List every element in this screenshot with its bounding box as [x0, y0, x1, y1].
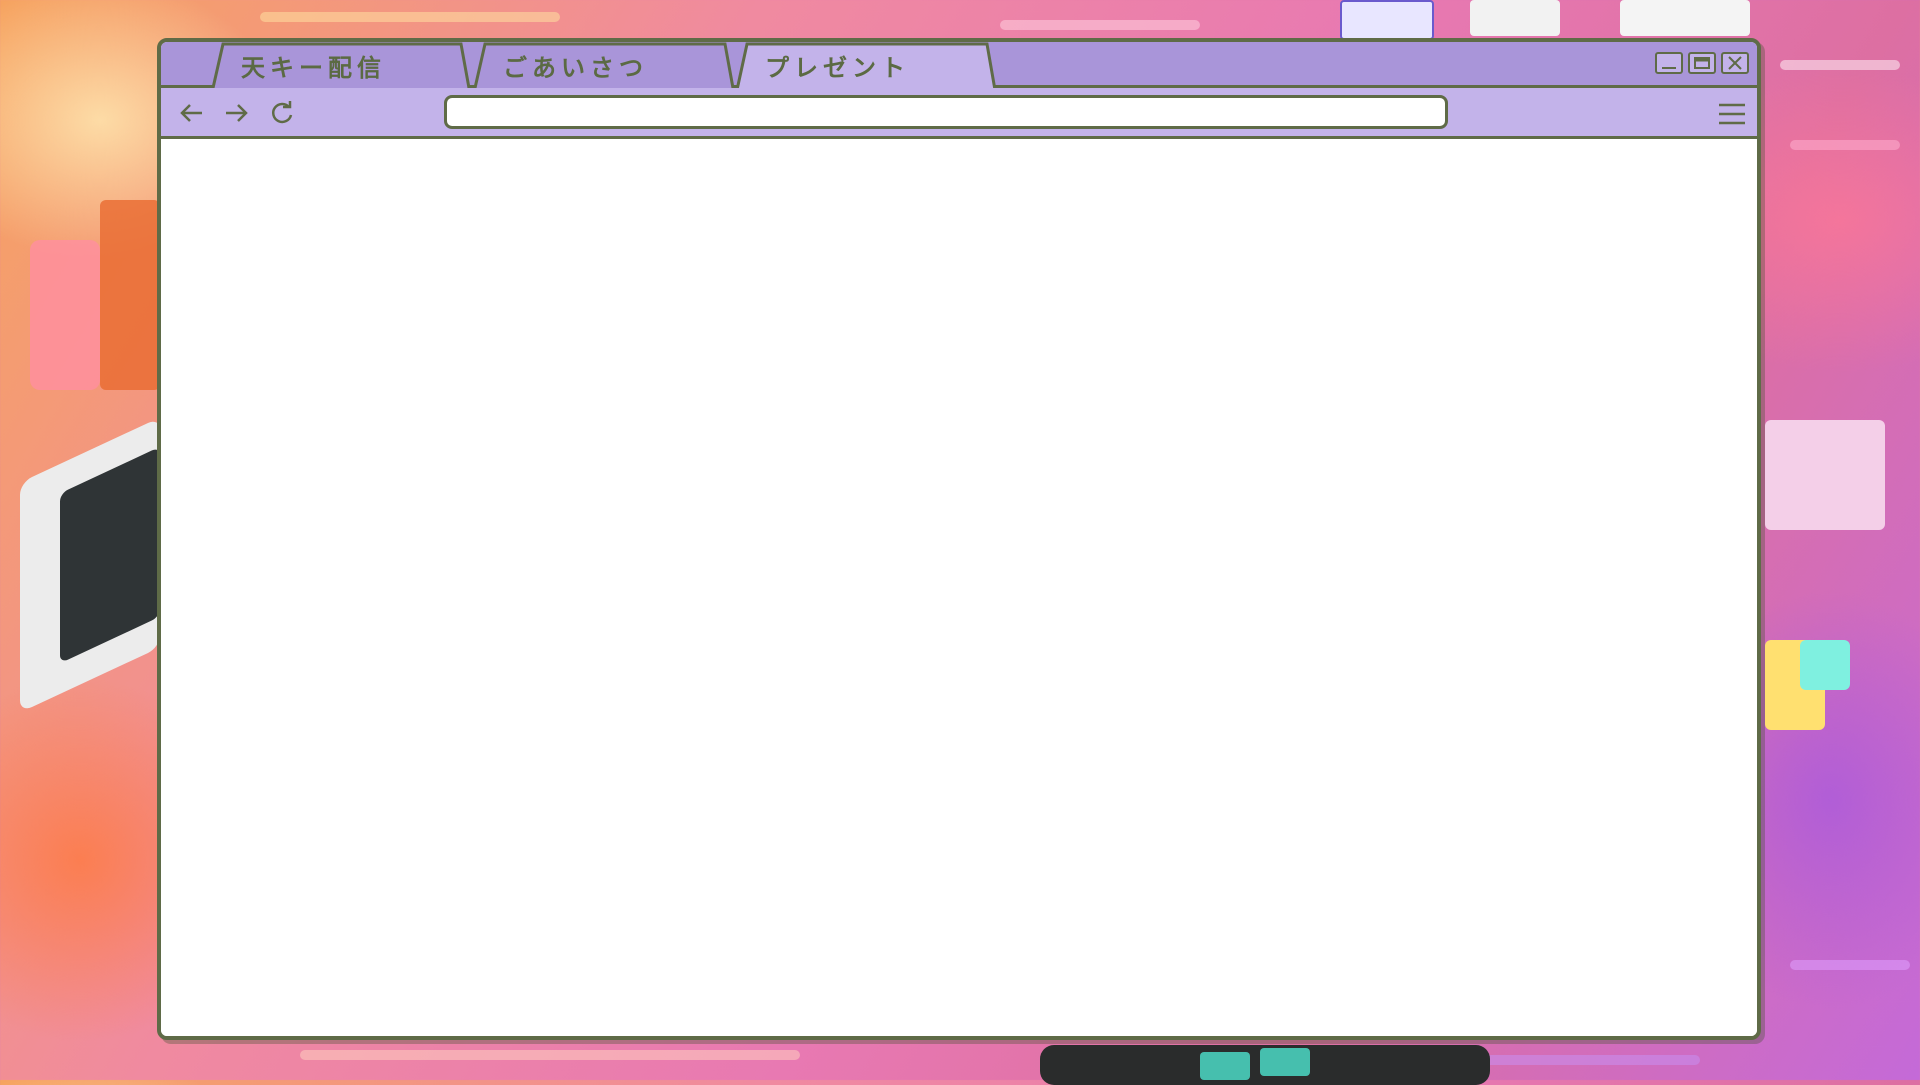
arrow-right-icon: [226, 104, 248, 122]
tab-2[interactable]: ごあいさつ: [473, 42, 735, 88]
refresh-icon: [271, 101, 293, 124]
tab-2-label: ごあいさつ: [503, 53, 648, 82]
title-bar: 天キー配信 ごあいさつ プレゼント: [161, 42, 1757, 90]
browser-window: 天キー配信 ごあいさつ プレゼント: [157, 38, 1761, 1040]
address-bar[interactable]: [444, 95, 1448, 129]
minimize-button[interactable]: [1655, 52, 1683, 74]
tab-3[interactable]: プレゼント: [735, 42, 997, 90]
maximize-button[interactable]: [1688, 52, 1716, 74]
close-icon: [1728, 56, 1742, 70]
forward-button[interactable]: [221, 98, 251, 128]
tab-3-label: プレゼント: [765, 53, 910, 82]
navigation-toolbar: [161, 88, 1757, 139]
hamburger-menu-icon: [1719, 103, 1745, 125]
refresh-button[interactable]: [267, 98, 297, 128]
minimize-icon: [1662, 67, 1676, 69]
back-button[interactable]: [177, 98, 207, 128]
maximize-icon: [1694, 57, 1710, 69]
tab-1[interactable]: 天キー配信: [211, 42, 471, 88]
close-button[interactable]: [1721, 52, 1749, 74]
menu-button[interactable]: [1717, 100, 1747, 128]
tab-1-label: 天キー配信: [241, 53, 386, 82]
arrow-left-icon: [180, 104, 202, 122]
page-content: [161, 139, 1757, 1036]
